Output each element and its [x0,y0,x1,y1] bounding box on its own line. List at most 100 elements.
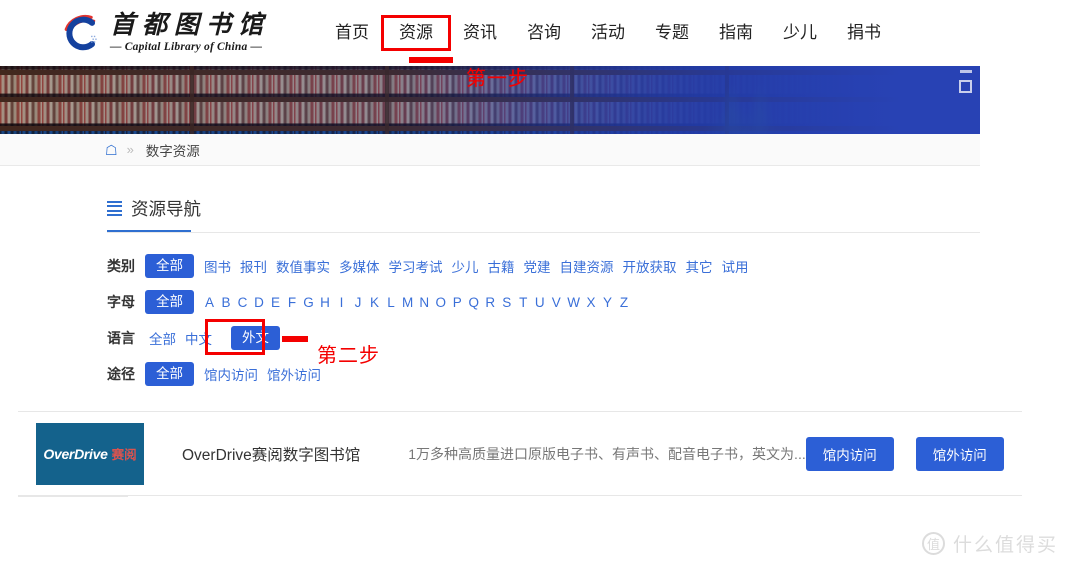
filter-option-periodicals[interactable]: 报刊 [240,256,267,276]
filter-letter-b[interactable]: B [221,295,232,310]
filter-language-all[interactable]: 全部 [149,328,176,348]
table-row[interactable]: OverDrive 赛阅 OverDrive赛阅数字图书馆 1万多种高质量进口原… [18,412,1022,496]
site-logo[interactable]: 首都图书馆 — Capital Library of China — [58,5,270,61]
filter-letter-d[interactable]: D [254,295,265,310]
filter-letter-l[interactable]: L [386,295,397,310]
filter-letter-c[interactable]: C [237,295,248,310]
page-title-row: 资源导航 [107,196,980,221]
filter-option-study-exam[interactable]: 学习考试 [389,256,443,276]
filter-access-options: 馆内访问 馆外访问 [204,364,321,384]
filter-row-language: 语言 全部 中文 外文 第二步 [107,319,980,367]
filter-letter-w[interactable]: W [567,295,580,310]
nav-item-children[interactable]: 少儿 [768,18,832,48]
filter-access-off-campus[interactable]: 馆外访问 [267,364,321,384]
filter-letter-all[interactable]: 全部 [145,289,194,315]
logo-chinese-name: 首都图书馆 [110,11,271,39]
breadcrumb-separator: » [126,142,134,157]
filter-letter-m[interactable]: M [402,295,413,310]
filter-letter-k[interactable]: K [369,295,380,310]
results-tail-divider [18,496,128,497]
filter-letter-z[interactable]: Z [619,295,630,310]
watermark-text: 什么值得买 [952,535,1058,556]
filter-letter-r[interactable]: R [485,295,496,310]
breadcrumb-current: 数字资源 [145,143,200,159]
filter-letter-o[interactable]: O [435,295,446,310]
step-two-dash-marker [282,336,308,342]
filter-label-access: 途径 [107,366,135,382]
filter-letter-e[interactable]: E [270,295,281,310]
filter-option-ancient-books[interactable]: 古籍 [488,256,515,276]
filter-letter-q[interactable]: Q [468,295,479,310]
nav-item-home[interactable]: 首页 [320,18,384,48]
banner-corner-dash [960,70,972,73]
nav-item-resources[interactable]: 资源 [381,14,452,52]
filter-access-in-library[interactable]: 馆内访问 [204,364,258,384]
watermark: 值 什么值得买 [921,530,1058,557]
filter-letter-j[interactable]: J [353,295,364,310]
filter-option-other[interactable]: 其它 [686,256,713,276]
filter-category-all[interactable]: 全部 [145,253,194,279]
site-header: 首都图书馆 — Capital Library of China — 首页 资源… [0,0,1080,66]
filter-letter-s[interactable]: S [501,295,512,310]
filter-row-access: 途径 全部 馆内访问 馆外访问 [107,359,980,389]
filter-letter-f[interactable]: F [287,295,298,310]
filter-language-options: 全部 中文 外文 [149,325,280,351]
filter-option-books[interactable]: 图书 [204,256,231,276]
nav-item-news[interactable]: 资讯 [448,18,512,48]
resource-results-list: OverDrive 赛阅 OverDrive赛阅数字图书馆 1万多种高质量进口原… [18,411,1022,496]
resource-description: 1万多种高质量进口原版电子书、有声书、配音电子书，英文为... [408,445,806,462]
resource-actions: 馆内访问 馆外访问 [805,436,1004,471]
filter-letter-h[interactable]: H [320,295,331,310]
banner-corner-box [959,80,972,93]
filter-letter-y[interactable]: Y [602,295,613,310]
filter-letter-u[interactable]: U [534,295,545,310]
nav-item-consult[interactable]: 咨询 [512,18,576,48]
overdrive-logo-main: OverDrive [43,445,108,462]
filter-letter-t[interactable]: T [518,295,529,310]
resource-name[interactable]: OverDrive赛阅数字图书馆 [182,443,360,465]
filter-category-options: 图书 报刊 数值事实 多媒体 学习考试 少儿 古籍 党建 自建资源 开放获取 其… [204,256,749,276]
filter-option-party-building[interactable]: 党建 [524,256,551,276]
capital-library-logo-icon [64,15,97,51]
breadcrumb: ☖ » 数字资源 [0,134,980,166]
filter-option-open-access[interactable]: 开放获取 [623,256,677,276]
filter-letter-n[interactable]: N [419,295,430,310]
nav-item-events[interactable]: 活动 [576,18,640,48]
nav-item-topics[interactable]: 专题 [640,18,704,48]
filter-option-multimedia[interactable]: 多媒体 [339,256,380,276]
filter-label-category: 类别 [107,258,135,274]
filter-option-numeric-facts[interactable]: 数值事实 [276,256,330,276]
filter-language-chinese[interactable]: 中文 [185,328,212,348]
section-header: 资源导航 [0,166,980,233]
filter-label-letter: 字母 [107,294,135,310]
filter-language-foreign[interactable]: 外文 [231,325,280,351]
step-one-dash-marker [409,57,453,63]
filter-row-category: 类别 全部 图书 报刊 数值事实 多媒体 学习考试 少儿 古籍 党建 自建资源 … [107,251,980,281]
page-title: 资源导航 [131,199,201,219]
filter-letter-a[interactable]: A [204,295,215,310]
filter-letter-p[interactable]: P [452,295,463,310]
home-icon[interactable]: ☖ [105,143,118,157]
step-one-annotation: 第一步 [466,68,529,90]
logo-english-name: — Capital Library of China — [110,41,263,54]
filter-row-letter: 字母 全部 A B C D E F G H I J K L M N O P Q … [107,287,980,317]
overdrive-logo: OverDrive 赛阅 [36,422,144,485]
in-library-access-button[interactable]: 馆内访问 [805,436,894,471]
nav-item-donate[interactable]: 捐书 [832,18,896,48]
off-campus-access-button[interactable]: 馆外访问 [915,436,1004,471]
filter-letter-options: A B C D E F G H I J K L M N O P Q R S T … [204,295,630,310]
filter-letter-i[interactable]: I [336,295,347,310]
filter-access-all[interactable]: 全部 [145,361,194,387]
filter-option-trial[interactable]: 试用 [722,256,749,276]
filter-letter-g[interactable]: G [303,295,314,310]
watermark-badge: 值 [921,532,945,555]
filter-option-self-built[interactable]: 自建资源 [560,256,614,276]
section-divider [107,232,980,233]
resource-filters: 类别 全部 图书 报刊 数值事实 多媒体 学习考试 少儿 古籍 党建 自建资源 … [0,233,980,389]
filter-letter-v[interactable]: V [551,295,562,310]
filter-option-children[interactable]: 少儿 [452,256,479,276]
filter-label-language: 语言 [107,330,135,346]
main-navigation: 首页 资源 资讯 咨询 活动 专题 指南 少儿 捐书 [320,14,896,52]
nav-item-guide[interactable]: 指南 [704,18,768,48]
filter-letter-x[interactable]: X [586,295,597,310]
